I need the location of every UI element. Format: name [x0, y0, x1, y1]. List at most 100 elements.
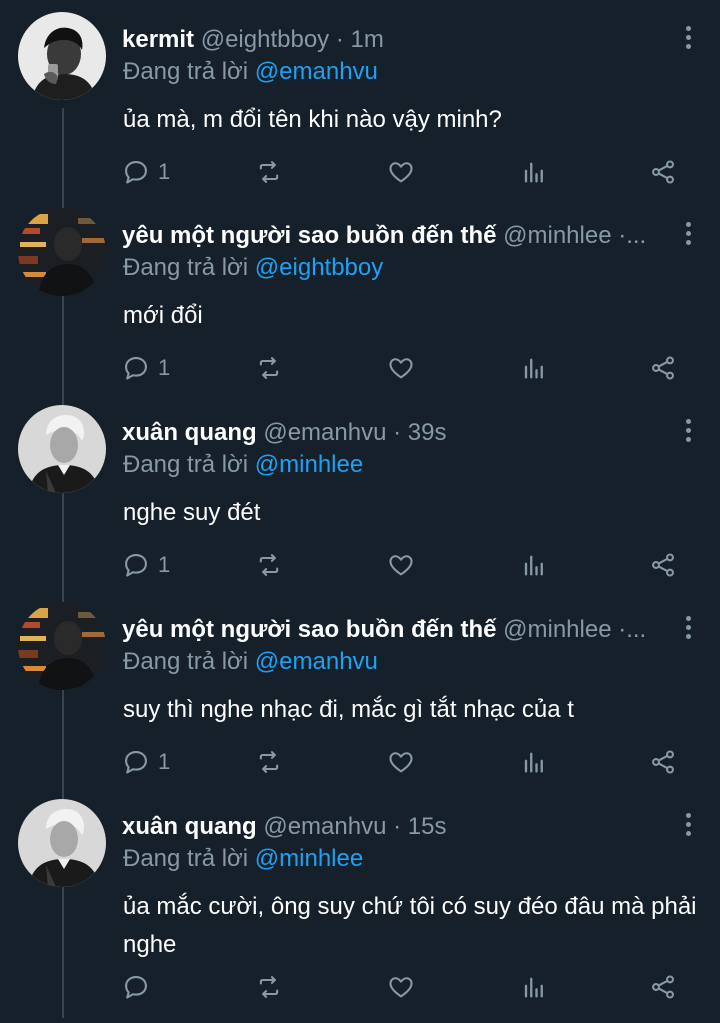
reply-button[interactable]: 1	[122, 548, 170, 582]
like-button[interactable]	[387, 548, 415, 582]
share-icon	[649, 354, 677, 382]
analytics-button[interactable]	[519, 155, 547, 189]
heart-icon	[387, 973, 415, 1001]
analytics-icon	[519, 748, 547, 776]
user-handle[interactable]: @eightbboy	[201, 26, 329, 53]
analytics-button[interactable]	[519, 970, 547, 1004]
analytics-icon	[519, 973, 547, 1001]
user-handle[interactable]: @emanhvu	[263, 419, 386, 446]
user-handle[interactable]: @emanhvu	[263, 813, 386, 840]
display-name[interactable]: yêu một người sao buồn đến thế	[122, 616, 496, 643]
tweet-text: ủa mắc cười, ông suy chứ tôi có suy đéo …	[123, 893, 697, 958]
tweet-header: xuân quang @emanhvu · 15s	[122, 810, 660, 844]
reply-mention[interactable]: @emanhvu	[255, 58, 378, 85]
more-options-icon[interactable]	[682, 417, 694, 445]
reply-icon	[122, 551, 150, 579]
more-options-icon[interactable]	[682, 220, 694, 248]
tweet-text: ủa mà, m đổi tên khi nào vậy minh?	[123, 106, 502, 133]
tweet-text: mới đổi	[123, 302, 203, 329]
user-handle[interactable]: @minhlee	[503, 222, 611, 249]
retweet-button[interactable]	[255, 970, 283, 1004]
replying-to-label: Đang trả lời	[123, 845, 249, 872]
timestamp[interactable]: · 15s	[393, 813, 446, 840]
tweet[interactable]: xuân quang @emanhvu · 15s Đang trả lời @…	[0, 787, 720, 999]
reply-mention[interactable]: @eightbboy	[255, 254, 383, 281]
retweet-icon	[255, 551, 283, 579]
share-button[interactable]	[649, 970, 677, 1004]
reply-mention[interactable]: @emanhvu	[255, 648, 378, 675]
tweet-actions: 1	[122, 155, 682, 189]
user-handle[interactable]: @minhlee	[503, 616, 611, 643]
analytics-button[interactable]	[519, 745, 547, 779]
avatar[interactable]	[18, 602, 106, 690]
avatar[interactable]	[18, 208, 106, 296]
replying-to-label: Đang trả lời	[123, 451, 249, 478]
retweet-icon	[255, 748, 283, 776]
tweet-text: suy thì nghe nhạc đi, mắc gì tắt nhạc củ…	[123, 696, 574, 723]
replying-to: Đang trả lời @emanhvu	[123, 57, 378, 87]
more-options-icon[interactable]	[682, 614, 694, 642]
analytics-icon	[519, 354, 547, 382]
reply-mention[interactable]: @minhlee	[255, 845, 363, 872]
retweet-button[interactable]	[255, 548, 283, 582]
reply-count: 1	[158, 552, 171, 577]
reply-icon	[122, 748, 150, 776]
avatar[interactable]	[18, 12, 106, 100]
share-button[interactable]	[649, 155, 677, 189]
display-name[interactable]: xuân quang	[122, 813, 257, 840]
reply-icon	[122, 354, 150, 382]
retweet-icon	[255, 354, 283, 382]
retweet-button[interactable]	[255, 155, 283, 189]
timestamp[interactable]: · 1m	[336, 26, 384, 53]
replying-to: Đang trả lời @eightbboy	[123, 253, 383, 283]
timestamp[interactable]: ·...	[618, 616, 646, 643]
retweet-button[interactable]	[255, 745, 283, 779]
reply-button[interactable]: 1	[122, 745, 170, 779]
like-button[interactable]	[387, 745, 415, 779]
tweet-actions: 1	[122, 745, 682, 779]
tweet[interactable]: yêu một người sao buồn đến thế @minhlee …	[0, 196, 720, 392]
heart-icon	[387, 158, 415, 186]
retweet-button[interactable]	[255, 351, 283, 385]
more-options-icon[interactable]	[682, 24, 694, 52]
replying-to: Đang trả lời @emanhvu	[123, 647, 378, 677]
analytics-button[interactable]	[519, 351, 547, 385]
tweet-actions	[122, 970, 682, 1004]
avatar[interactable]	[18, 405, 106, 493]
analytics-icon	[519, 551, 547, 579]
reply-count: 1	[158, 159, 171, 184]
tweet[interactable]: xuân quang @emanhvu · 39s Đang trả lời @…	[0, 393, 720, 589]
like-button[interactable]	[387, 970, 415, 1004]
replying-to-label: Đang trả lời	[123, 254, 249, 281]
avatar[interactable]	[18, 799, 106, 887]
reply-count: 1	[158, 749, 171, 774]
share-icon	[649, 551, 677, 579]
share-icon	[649, 158, 677, 186]
more-options-icon[interactable]	[682, 811, 694, 839]
like-button[interactable]	[387, 155, 415, 189]
tweet-actions: 1	[122, 351, 682, 385]
timestamp[interactable]: · 39s	[393, 419, 446, 446]
display-name[interactable]: xuân quang	[122, 419, 257, 446]
share-button[interactable]	[649, 548, 677, 582]
share-button[interactable]	[649, 745, 677, 779]
tweet[interactable]: yêu một người sao buồn đến thế @minhlee …	[0, 590, 720, 786]
heart-icon	[387, 551, 415, 579]
share-icon	[649, 973, 677, 1001]
tweet[interactable]: kermit @eightbboy · 1m Đang trả lời @ema…	[0, 0, 720, 196]
tweet-header: xuân quang @emanhvu · 39s	[122, 416, 660, 450]
replying-to: Đang trả lời @minhlee	[123, 450, 363, 480]
reply-count: 1	[158, 355, 171, 380]
reply-button[interactable]	[122, 970, 158, 1004]
reply-button[interactable]: 1	[122, 155, 170, 189]
like-button[interactable]	[387, 351, 415, 385]
analytics-button[interactable]	[519, 548, 547, 582]
replying-to-label: Đang trả lời	[123, 648, 249, 675]
timestamp[interactable]: ·...	[618, 222, 646, 249]
replying-to: Đang trả lời @minhlee	[123, 844, 363, 874]
display-name[interactable]: yêu một người sao buồn đến thế	[122, 222, 496, 249]
share-button[interactable]	[649, 351, 677, 385]
display-name[interactable]: kermit	[122, 26, 194, 53]
reply-button[interactable]: 1	[122, 351, 170, 385]
reply-mention[interactable]: @minhlee	[255, 451, 363, 478]
